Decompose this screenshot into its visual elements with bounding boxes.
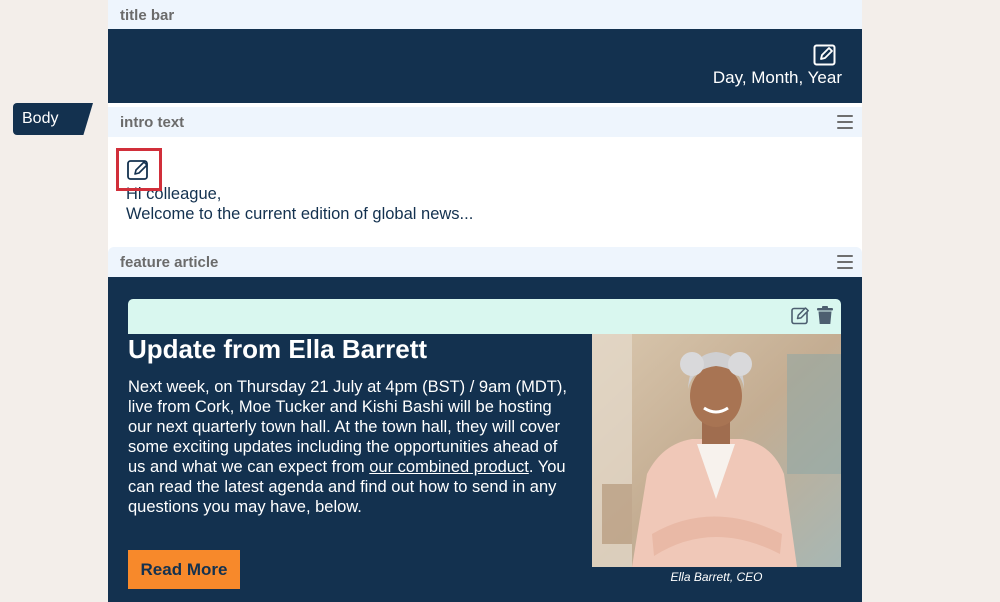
title-block[interactable]: Day, Month, Year (108, 29, 862, 103)
section-label: title bar (120, 6, 175, 24)
section-label: intro text (120, 113, 185, 131)
menu-icon[interactable] (837, 115, 853, 129)
card-toolbar[interactable] (128, 299, 841, 334)
body-tag[interactable]: Body (13, 103, 93, 135)
article-headline: Update from Ella Barrett (128, 334, 428, 364)
product-link[interactable]: our combined product (369, 458, 529, 476)
trash-icon[interactable] (817, 306, 833, 325)
intro-line: Welcome to the current edition of global… (126, 205, 474, 223)
date-text: Day, Month, Year (712, 68, 842, 87)
intro-edit-highlight[interactable] (116, 148, 162, 191)
ceo-photo (592, 334, 841, 567)
section-label: feature article (120, 253, 219, 271)
intro-line: Hi colleague, (126, 185, 222, 203)
menu-icon[interactable] (837, 255, 853, 269)
section-bar-feature[interactable]: feature article (108, 247, 862, 277)
section-bar-intro[interactable]: intro text (108, 107, 862, 137)
article-body: Next week, on Thursday 21 July at 4pm (B… (128, 377, 576, 517)
edit-icon[interactable] (126, 157, 152, 182)
photo-caption: Ella Barrett, CEO (670, 570, 763, 584)
edit-icon[interactable] (813, 44, 837, 66)
read-more-button[interactable]: Read More (128, 550, 240, 589)
intro-text: Hi colleague, Welcome to the current edi… (126, 184, 473, 224)
section-bar-title[interactable]: title bar (108, 0, 862, 30)
edit-icon[interactable] (791, 306, 811, 325)
